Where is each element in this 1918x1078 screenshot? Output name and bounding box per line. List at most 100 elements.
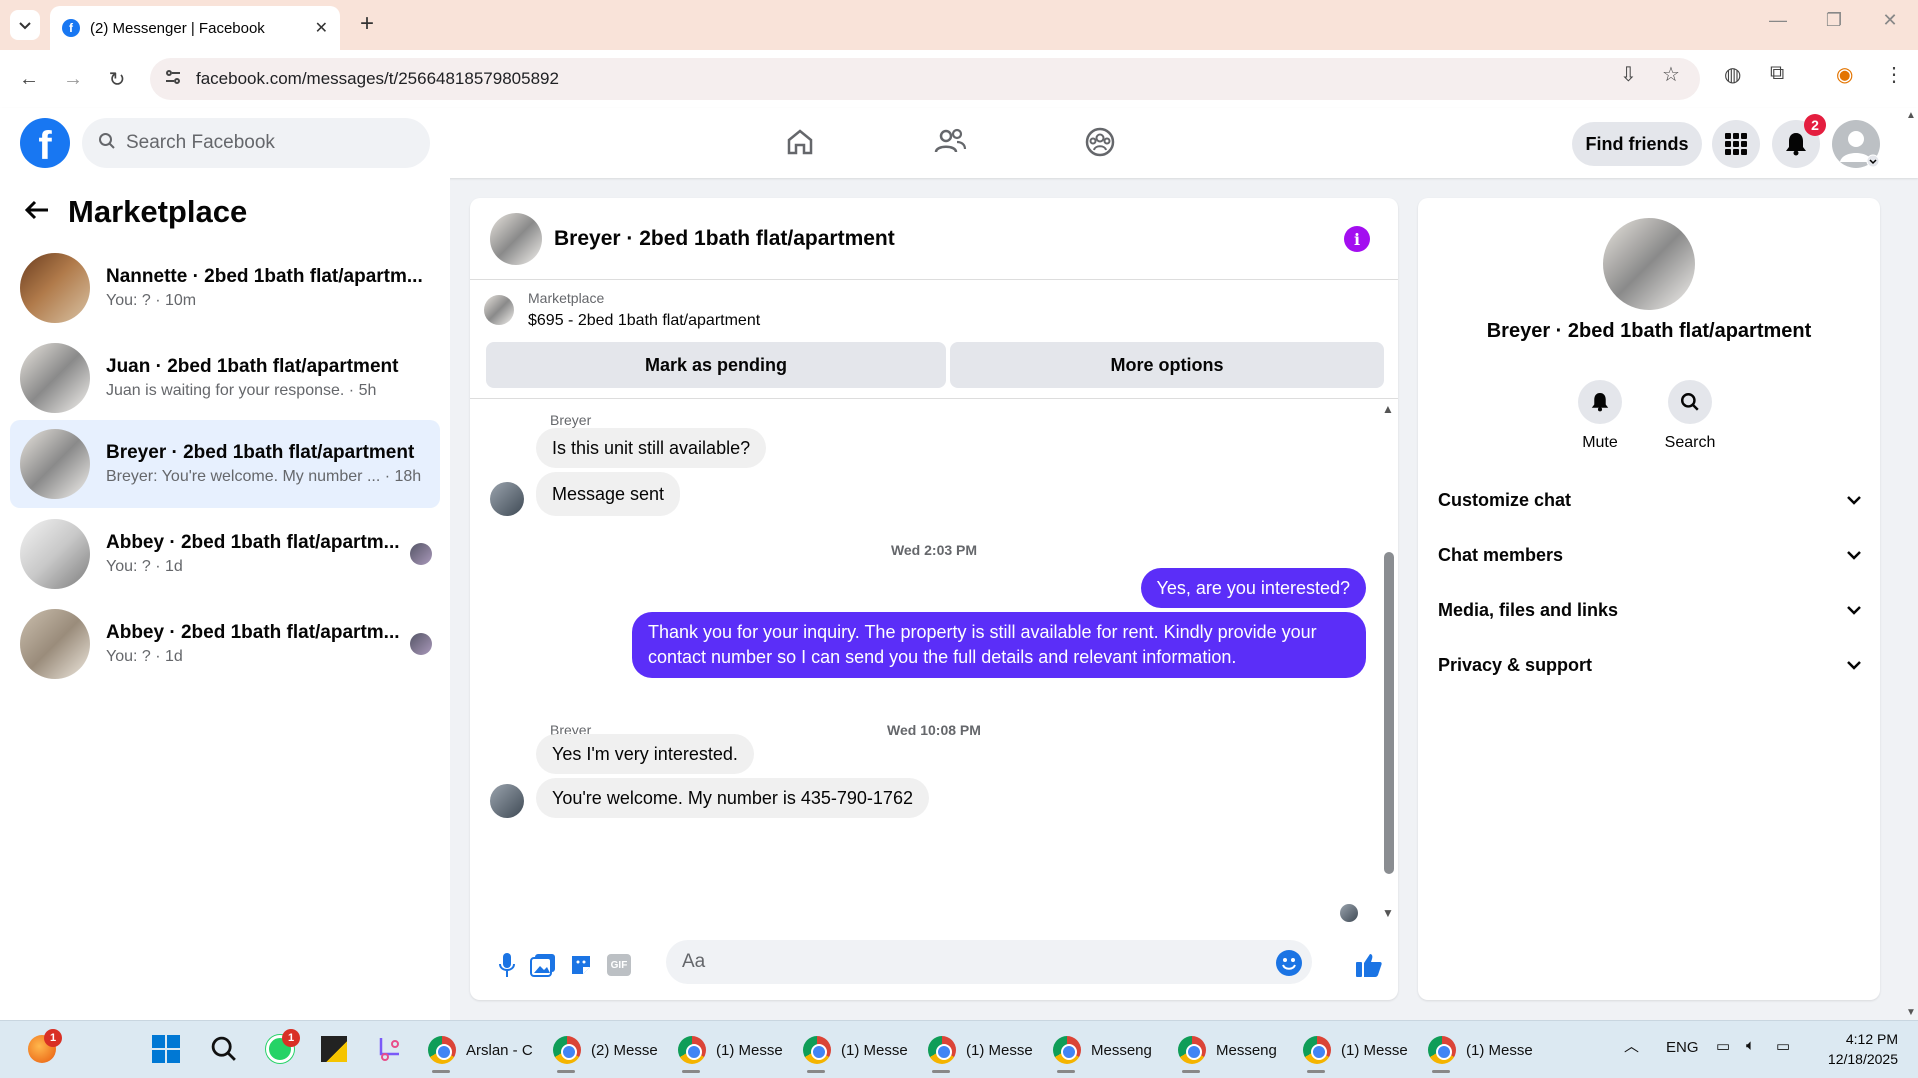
privacy-support-row[interactable]: Privacy & support bbox=[1438, 645, 1862, 685]
chat-avatar[interactable] bbox=[490, 212, 542, 265]
gif-icon[interactable]: GIF bbox=[604, 950, 634, 980]
info-icon[interactable]: i bbox=[1344, 226, 1370, 252]
chat-title[interactable]: Breyer · 2bed 1bath flat/apartment bbox=[554, 227, 895, 251]
conversation-item[interactable]: Abbey · 2bed 1bath flat/apartm... You: ?… bbox=[10, 510, 440, 598]
browser-menu-icon[interactable]: ⋮ bbox=[1884, 62, 1904, 87]
chevron-down-icon bbox=[1847, 606, 1861, 615]
battery-icon[interactable]: ▭ bbox=[1776, 1037, 1790, 1055]
browser-tab-messenger[interactable]: f (2) Messenger | Facebook ✕ bbox=[50, 6, 340, 50]
incoming-message[interactable]: Is this unit still available? bbox=[536, 428, 767, 468]
extensions-icon[interactable]: ⧉ bbox=[1770, 62, 1784, 85]
conversation-item[interactable]: Juan · 2bed 1bath flat/apartment Juan is… bbox=[10, 334, 440, 422]
address-bar[interactable]: facebook.com/messages/t/2566481857980589… bbox=[150, 58, 1700, 100]
mark-as-pending-button[interactable]: Mark as pending bbox=[486, 342, 946, 388]
network-icon[interactable]: ▭ bbox=[1716, 1037, 1730, 1055]
message-placeholder: Aa bbox=[682, 951, 706, 972]
conversation-name: Abbey · 2bed 1bath flat/apartm... bbox=[106, 532, 400, 553]
groups-icon[interactable] bbox=[1080, 122, 1120, 162]
tab-search-button[interactable] bbox=[10, 10, 40, 40]
globe-icon[interactable]: ◍ bbox=[1724, 62, 1741, 87]
snipping-tool-icon[interactable] bbox=[374, 1033, 406, 1065]
profile-avatar[interactable] bbox=[1603, 218, 1695, 310]
close-tab-icon[interactable]: ✕ bbox=[315, 18, 328, 38]
system-clock[interactable]: 4:12 PM 12/18/2025 bbox=[1828, 1029, 1898, 1069]
photo-icon[interactable] bbox=[528, 950, 558, 980]
conversation-name: Breyer · 2bed 1bath flat/apartment bbox=[106, 442, 415, 463]
page-scrollbar[interactable]: ▲ ▼ bbox=[1904, 108, 1918, 1020]
taskbar-app-chrome[interactable]: (1) Messe bbox=[803, 1029, 908, 1073]
taskbar-app-chrome[interactable]: Arslan - C bbox=[428, 1029, 533, 1073]
close-window-button[interactable]: ✕ bbox=[1870, 10, 1910, 31]
outgoing-message[interactable]: Yes, are you interested? bbox=[1140, 568, 1366, 608]
find-friends-button[interactable]: Find friends bbox=[1572, 122, 1702, 166]
taskbar-app-chrome[interactable]: (1) Messe bbox=[1303, 1029, 1408, 1073]
sticky-notes-icon[interactable] bbox=[318, 1033, 350, 1065]
thumbs-up-icon[interactable] bbox=[1354, 950, 1384, 980]
tray-overflow-icon[interactable]: ︿ bbox=[1624, 1035, 1639, 1056]
media-files-links-row[interactable]: Media, files and links bbox=[1438, 590, 1862, 630]
volume-icon[interactable]: 🔈︎ bbox=[1746, 1037, 1755, 1054]
mic-icon[interactable] bbox=[492, 950, 522, 980]
mute-button[interactable]: Mute bbox=[1560, 380, 1640, 452]
scrollbar-thumb[interactable] bbox=[1384, 552, 1394, 874]
scroll-down-icon[interactable]: ▼ bbox=[1382, 906, 1394, 920]
minimize-button[interactable]: — bbox=[1758, 10, 1798, 31]
whatsapp-icon[interactable]: 1 bbox=[264, 1029, 300, 1065]
home-icon[interactable] bbox=[780, 122, 820, 162]
search-icon[interactable] bbox=[208, 1033, 240, 1065]
sender-avatar bbox=[490, 482, 524, 516]
facebook-logo[interactable]: f bbox=[20, 118, 70, 168]
search-in-chat-button[interactable]: Search bbox=[1650, 380, 1730, 452]
customize-chat-row[interactable]: Customize chat bbox=[1438, 480, 1862, 520]
taskbar-app-chrome[interactable]: (1) Messe bbox=[678, 1029, 783, 1073]
search-icon bbox=[98, 132, 116, 155]
incoming-message[interactable]: You're welcome. My number is 435-790-176… bbox=[536, 778, 929, 818]
site-info-icon[interactable] bbox=[164, 68, 182, 91]
incoming-message[interactable]: Yes I'm very interested. bbox=[536, 734, 754, 774]
scroll-up-icon[interactable]: ▲ bbox=[1906, 110, 1916, 121]
outgoing-message[interactable]: Thank you for your inquiry. The property… bbox=[632, 612, 1366, 678]
taskbar-app-chrome[interactable]: (1) Messe bbox=[928, 1029, 1033, 1073]
notifications-button[interactable]: 2 bbox=[1772, 114, 1826, 168]
listing-summary[interactable]: Marketplace $695 - 2bed 1bath flat/apart… bbox=[484, 290, 760, 330]
windows-start-icon[interactable] bbox=[150, 1033, 182, 1065]
menu-grid-icon[interactable] bbox=[1712, 120, 1760, 168]
emoji-icon[interactable] bbox=[1276, 950, 1302, 976]
mute-label: Mute bbox=[1582, 434, 1618, 451]
chat-panel: Breyer · 2bed 1bath flat/apartment i Mar… bbox=[470, 198, 1398, 1000]
scroll-up-icon[interactable]: ▲ bbox=[1382, 402, 1394, 416]
marketplace-chat-list: Marketplace Nannette · 2bed 1bath flat/a… bbox=[0, 178, 450, 1020]
taskbar-app-chrome[interactable]: (1) Messe bbox=[1428, 1029, 1533, 1073]
scroll-down-icon[interactable]: ▼ bbox=[1906, 1007, 1916, 1018]
chat-scrollbar[interactable]: ▲ ▼ bbox=[1382, 400, 1394, 920]
chat-members-row[interactable]: Chat members bbox=[1438, 535, 1862, 575]
section-label: Customize chat bbox=[1438, 489, 1572, 510]
facebook-search-input[interactable]: Search Facebook bbox=[82, 118, 430, 168]
sticker-icon[interactable] bbox=[566, 950, 596, 980]
incoming-message[interactable]: Message sent bbox=[536, 472, 681, 516]
back-arrow-icon[interactable] bbox=[24, 195, 50, 229]
conversation-item-active[interactable]: Breyer · 2bed 1bath flat/apartment Breye… bbox=[10, 420, 440, 508]
account-icon[interactable] bbox=[1832, 120, 1880, 168]
taskbar-app-chrome[interactable]: Messeng bbox=[1053, 1029, 1152, 1073]
reload-button[interactable]: ↻ bbox=[102, 64, 132, 94]
install-app-icon[interactable]: ⇩ bbox=[1620, 62, 1637, 87]
bookmark-star-icon[interactable]: ☆ bbox=[1662, 62, 1680, 87]
more-options-button[interactable]: More options bbox=[950, 342, 1384, 388]
browser-orange-icon[interactable]: 1 bbox=[26, 1029, 62, 1065]
conversation-item[interactable]: Abbey · 2bed 1bath flat/apartm... You: ?… bbox=[10, 600, 440, 688]
section-label: Chat members bbox=[1438, 544, 1564, 565]
page-title: Marketplace bbox=[68, 194, 248, 229]
forward-button[interactable]: → bbox=[58, 64, 88, 94]
conversation-name: Abbey · 2bed 1bath flat/apartm... bbox=[106, 622, 400, 643]
friends-icon[interactable] bbox=[930, 122, 970, 162]
back-button[interactable]: ← bbox=[14, 64, 44, 94]
message-input[interactable]: Aa bbox=[666, 940, 1312, 984]
profile-icon[interactable]: ◉ bbox=[1836, 62, 1853, 87]
taskbar-app-chrome[interactable]: (2) Messe bbox=[553, 1029, 658, 1073]
taskbar-app-chrome[interactable]: Messeng bbox=[1178, 1029, 1277, 1073]
conversation-item[interactable]: Nannette · 2bed 1bath flat/apartm... You… bbox=[10, 244, 440, 332]
language-indicator[interactable]: ENG bbox=[1666, 1039, 1699, 1056]
new-tab-button[interactable]: + bbox=[352, 10, 382, 40]
restore-button[interactable]: ❐ bbox=[1814, 10, 1854, 31]
